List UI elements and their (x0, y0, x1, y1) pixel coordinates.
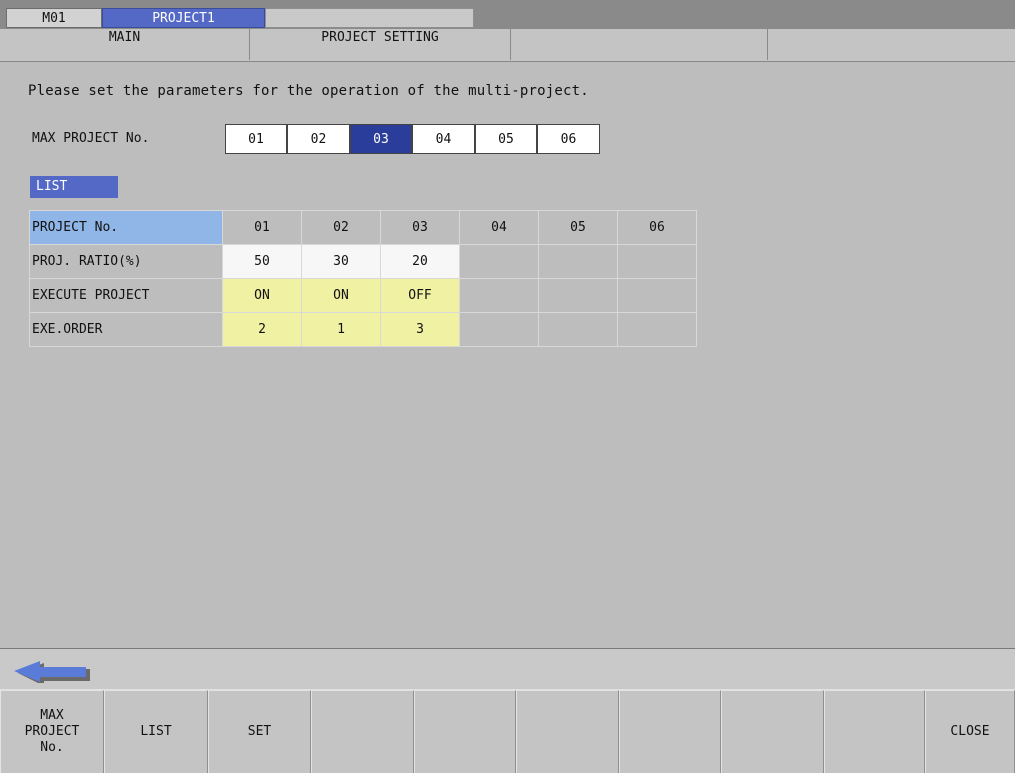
column-header: 04 (459, 210, 539, 245)
project-list-table: PROJECT No. 01 02 03 04 05 06 PROJ. RATI… (29, 210, 697, 347)
table-row-execute-project: EXECUTE PROJECT ON ON OFF (29, 278, 697, 313)
function-key-bar: MAX PROJECT No. LIST SET CLOSE (0, 690, 1015, 773)
column-header: 02 (301, 210, 381, 245)
ratio-cell-disabled (617, 244, 697, 279)
fkey-max-project-no[interactable]: MAX PROJECT No. (0, 690, 104, 773)
table-row-proj-ratio: PROJ. RATIO(%) 50 30 20 (29, 244, 697, 279)
column-header: 06 (617, 210, 697, 245)
row-label: EXE.ORDER (29, 312, 223, 347)
fkey-list[interactable]: LIST (104, 690, 208, 773)
tab-empty-1[interactable] (511, 29, 768, 60)
execute-cell-disabled (459, 278, 539, 313)
fkey-empty-9[interactable] (824, 690, 925, 773)
fkey-empty-4[interactable] (311, 690, 414, 773)
ratio-cell[interactable]: 30 (301, 244, 381, 279)
ratio-cell[interactable]: 50 (222, 244, 302, 279)
max-project-option-05[interactable]: 05 (475, 124, 537, 154)
column-header: 05 (538, 210, 618, 245)
column-header: 03 (380, 210, 460, 245)
empty-tab (265, 8, 474, 28)
project-tab[interactable]: PROJECT1 (102, 8, 265, 28)
order-cell-disabled (538, 312, 618, 347)
execute-cell[interactable]: ON (301, 278, 381, 313)
fkey-close[interactable]: CLOSE (925, 690, 1015, 773)
execute-cell-disabled (617, 278, 697, 313)
max-project-label: MAX PROJECT No. (32, 131, 150, 146)
tab-project-setting[interactable]: PROJECT SETTING (250, 29, 511, 60)
order-cell-disabled (617, 312, 697, 347)
screen-tabs: MAIN PROJECT SETTING (0, 29, 1015, 62)
order-cell[interactable]: 3 (380, 312, 460, 347)
fkey-empty-8[interactable] (721, 690, 824, 773)
row-label: PROJ. RATIO(%) (29, 244, 223, 279)
header-label-project-no: PROJECT No. (29, 210, 223, 245)
column-header: 01 (222, 210, 302, 245)
max-project-option-06[interactable]: 06 (537, 124, 600, 154)
max-project-option-02[interactable]: 02 (287, 124, 350, 154)
max-project-option-03[interactable]: 03 (350, 124, 412, 154)
order-cell-disabled (459, 312, 539, 347)
table-header-row: PROJECT No. 01 02 03 04 05 06 (29, 210, 697, 245)
fkey-empty-5[interactable] (414, 690, 516, 773)
ratio-cell[interactable]: 20 (380, 244, 460, 279)
back-arrow-icon[interactable] (12, 659, 92, 687)
fkey-empty-6[interactable] (516, 690, 619, 773)
ratio-cell-disabled (538, 244, 618, 279)
fkey-set[interactable]: SET (208, 690, 311, 773)
table-row-exe-order: EXE.ORDER 2 1 3 (29, 312, 697, 347)
navigation-bar (0, 648, 1015, 690)
tab-main[interactable]: MAIN (0, 29, 250, 60)
execute-cell[interactable]: ON (222, 278, 302, 313)
max-project-option-04[interactable]: 04 (412, 124, 475, 154)
max-project-option-01[interactable]: 01 (225, 124, 287, 154)
order-cell[interactable]: 1 (301, 312, 381, 347)
station-label: M01 (6, 8, 102, 28)
list-section-badge: LIST (30, 176, 118, 198)
ratio-cell-disabled (459, 244, 539, 279)
execute-cell-disabled (538, 278, 618, 313)
title-bar: M01 PROJECT1 (0, 0, 1015, 30)
execute-cell[interactable]: OFF (380, 278, 460, 313)
order-cell[interactable]: 2 (222, 312, 302, 347)
row-label: EXECUTE PROJECT (29, 278, 223, 313)
instruction-message: Please set the parameters for the operat… (28, 83, 589, 99)
fkey-empty-7[interactable] (619, 690, 721, 773)
tab-empty-2[interactable] (768, 29, 1015, 60)
